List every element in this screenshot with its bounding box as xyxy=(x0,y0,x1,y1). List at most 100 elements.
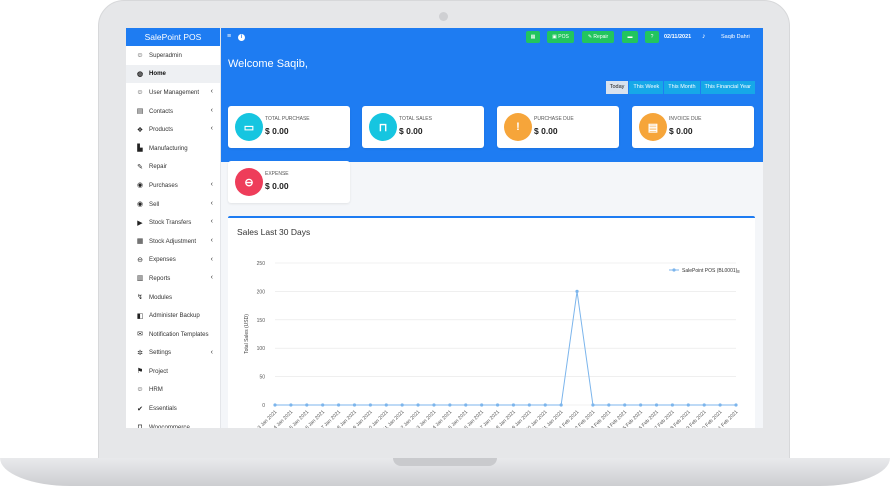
sidebar-item-woocommerce[interactable]: ⊓ Woocommerce xyxy=(126,418,220,428)
sidebar-item-label: Purchases xyxy=(149,181,178,189)
sidebar-item-label: Modules xyxy=(149,293,173,301)
sidebar-item-stock-transfers[interactable]: ▶ Stock Transfers ‹ xyxy=(126,213,220,232)
card-value: $ 0.00 xyxy=(265,181,289,191)
sidebar-item-notification-templates[interactable]: ✉ Notification Templates xyxy=(126,325,220,344)
sidebar-item-purchases[interactable]: ◉ Purchases ‹ xyxy=(126,176,220,195)
project-icon: ⚑ xyxy=(136,368,144,376)
sidebar-item-label: User Management xyxy=(149,88,200,96)
envelope-icon: ✉ xyxy=(137,331,143,339)
laptop-notch xyxy=(393,458,497,466)
user-menu[interactable]: Saqib Dahri xyxy=(721,28,750,46)
cash-button[interactable]: ▬ xyxy=(622,31,638,43)
data-point xyxy=(480,403,484,407)
database-icon: ▦ xyxy=(136,238,144,246)
data-point xyxy=(543,403,547,407)
truck-icon: ▶ xyxy=(137,219,143,227)
sidebar-item-label: Manufacturing xyxy=(149,144,188,152)
menu-toggle-icon[interactable]: ≡ xyxy=(227,28,231,46)
arrow-circle-up-icon: ◉ xyxy=(136,201,144,209)
pos-button[interactable]: ▣ POS xyxy=(547,31,574,43)
sidebar-item-label: Superadmin xyxy=(149,51,182,59)
data-point xyxy=(432,403,436,407)
chevron-left-icon: ‹ xyxy=(210,181,213,189)
card-value: $ 0.00 xyxy=(265,126,289,136)
legend-label: SalePoint POS (BL0001) xyxy=(682,268,738,274)
sidebar-item-repair[interactable]: ✎ Repair xyxy=(126,158,220,177)
sidebar-item-home[interactable]: ◍ Home xyxy=(126,64,220,84)
y-tick-label: 100 xyxy=(257,346,266,352)
data-point xyxy=(511,403,516,407)
arrow-circle-down-icon: ◉ xyxy=(136,182,144,190)
sidebar-item-administer-backup[interactable]: ◧ Administer Backup xyxy=(126,306,220,325)
sidebar-item-label: Repair xyxy=(149,163,167,171)
data-point xyxy=(575,289,579,293)
card-expense[interactable]: ⊖ EXPENSE $ 0.00 xyxy=(228,161,350,203)
sidebar-item-manufacturing[interactable]: ▙ Manufacturing xyxy=(126,139,220,158)
app-screen: SalePoint POS ☺ Superadmin ◍ Home ☺ User Mana… xyxy=(126,28,763,428)
sidebar-item-user-management[interactable]: ☺ User Management ‹ xyxy=(126,83,220,102)
dashboard-icon: ◍ xyxy=(136,70,144,78)
filter-this-month[interactable]: This Month xyxy=(664,81,700,94)
card-value: $ 0.00 xyxy=(534,126,558,136)
help-button[interactable]: ? xyxy=(645,31,659,43)
data-point xyxy=(368,403,372,407)
current-date: 02/11/2021 xyxy=(664,34,692,40)
data-point xyxy=(686,403,690,407)
sidebar-item-hrm[interactable]: ☺ HRM xyxy=(126,381,220,400)
data-point xyxy=(448,403,452,407)
calculator-button[interactable]: ▦ xyxy=(526,31,540,43)
info-icon[interactable]: i xyxy=(238,33,245,41)
sidebar-item-products[interactable]: ❖ Products ‹ xyxy=(126,120,220,139)
bell-icon[interactable]: ♪ xyxy=(702,28,706,46)
card-purchase-due[interactable]: ! PURCHASE DUE $ 0.00 xyxy=(497,106,619,148)
data-point xyxy=(623,403,627,407)
sidebar-item-expenses[interactable]: ⊖ Expenses ‹ xyxy=(126,251,220,270)
filter-this-financial-year[interactable]: This Financial Year xyxy=(700,81,755,94)
sales-chart-panel: Sales Last 30 Days 0 50 100 150 200 250 Total … xyxy=(228,216,755,428)
sidebar-item-label: Products xyxy=(149,126,174,134)
sidebar-item-stock-adjustment[interactable]: ▦ Stock Adjustment ‹ xyxy=(126,232,220,251)
cubes-icon: ❖ xyxy=(136,126,144,134)
sidebar-item-contacts[interactable]: ▤ Contacts ‹ xyxy=(126,102,220,121)
y-tick-label: 0 xyxy=(262,403,265,409)
exclamation-icon: ! xyxy=(504,113,532,141)
filter-today[interactable]: Today xyxy=(605,81,629,94)
card-label: PURCHASE DUE xyxy=(534,116,574,122)
card-total-purchase[interactable]: ▭ TOTAL PURCHASE $ 0.00 xyxy=(228,106,350,148)
data-point xyxy=(289,403,293,407)
chevron-left-icon: ‹ xyxy=(210,236,213,244)
pos-icon: ▣ xyxy=(552,34,557,40)
data-point xyxy=(654,403,659,407)
sidebar-item-modules[interactable]: ↯ Modules xyxy=(126,288,220,307)
sidebar-item-superadmin[interactable]: ☺ Superadmin xyxy=(126,46,220,65)
chart-menu-icon[interactable]: ≡ xyxy=(737,269,740,275)
brand-logo[interactable]: SalePoint POS xyxy=(126,28,220,46)
sidebar-item-essentials[interactable]: ✔ Essentials xyxy=(126,399,220,418)
sidebar-item-label: Essentials xyxy=(149,405,177,413)
filter-this-week[interactable]: This Week xyxy=(629,81,664,94)
chevron-left-icon: ‹ xyxy=(210,348,213,356)
sidebar-item-label: Contacts xyxy=(149,107,174,115)
plug-icon: ↯ xyxy=(137,294,143,302)
data-point xyxy=(416,403,420,407)
data-point xyxy=(464,403,468,407)
check-circle-icon: ✔ xyxy=(137,405,143,413)
data-point xyxy=(273,403,277,407)
sidebar-item-sell[interactable]: ◉ Sell ‹ xyxy=(126,195,220,214)
repair-button[interactable]: ✎ Repair xyxy=(582,31,614,43)
y-tick-label: 250 xyxy=(257,261,266,267)
card-total-sales[interactable]: ⊓ TOTAL SALES $ 0.00 xyxy=(362,106,484,148)
sidebar-item-label: Sell xyxy=(149,200,160,208)
sidebar-item-settings[interactable]: ✲ Settings ‹ xyxy=(126,344,220,363)
cart-icon: ⊓ xyxy=(137,424,143,428)
date-filter-group: Today This Week This Month This Financial Y… xyxy=(605,81,755,94)
card-label: INVOICE DUE xyxy=(669,116,702,122)
chart-icon: ▥ xyxy=(136,275,144,283)
chevron-left-icon: ‹ xyxy=(210,274,213,282)
sidebar-item-project[interactable]: ⚑ Project xyxy=(126,362,220,381)
card-invoice-due[interactable]: ▤ INVOICE DUE $ 0.00 xyxy=(632,106,754,148)
pos-button-label: POS xyxy=(558,34,569,40)
wrench-icon: ✎ xyxy=(587,34,593,40)
sidebar-item-reports[interactable]: ▥ Reports ‹ xyxy=(126,269,220,288)
sidebar-item-label: Notification Templates xyxy=(149,330,209,338)
